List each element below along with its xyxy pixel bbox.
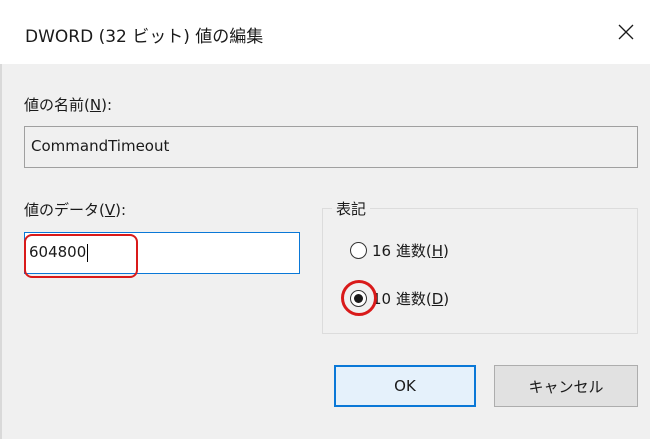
- cancel-button[interactable]: キャンセル: [494, 365, 638, 407]
- value-data-label: 値のデータ(V):: [24, 201, 127, 219]
- value-name-label: 値の名前(N):: [24, 96, 112, 114]
- value-name-field: CommandTimeout: [24, 126, 638, 168]
- radio-button-icon[interactable]: [350, 242, 367, 259]
- base-group-title: 表記: [332, 198, 371, 219]
- highlight-circle: [341, 280, 377, 316]
- ok-button[interactable]: OK: [334, 365, 476, 407]
- highlight-rectangle: [24, 234, 138, 278]
- close-icon: [618, 24, 634, 40]
- title-bar: DWORD (32 ビット) 値の編集: [0, 0, 650, 64]
- window-title: DWORD (32 ビット) 値の編集: [25, 27, 264, 47]
- radio-hexadecimal[interactable]: 16 進数(H): [350, 240, 449, 261]
- close-button[interactable]: [602, 0, 650, 64]
- base-groupbox: [322, 208, 638, 334]
- window-border-left: [0, 64, 2, 439]
